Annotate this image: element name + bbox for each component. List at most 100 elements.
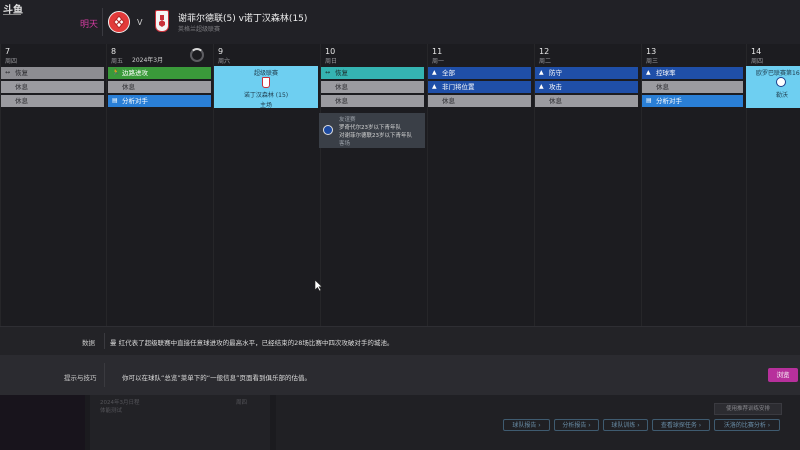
faded-text: 周四 [236, 400, 248, 406]
training-slot-outfield[interactable]: ▲ 非门将位置 [428, 81, 531, 93]
opponent-badge-icon [776, 77, 786, 87]
faded-text: 2024年3月日程 [100, 400, 140, 406]
cone-icon: ▲ [432, 83, 437, 90]
slot-label: 恢复 [335, 69, 348, 77]
month-label: 2024年3月 [132, 57, 164, 64]
match-card[interactable]: 超级联赛 诺丁汉森林 (15) 主场 [214, 66, 318, 109]
slot-label: 休息 [15, 83, 28, 91]
slot-label: 防守 [549, 69, 562, 77]
slot-label: 休息 [549, 97, 562, 105]
training-slot-rest[interactable]: 休息 [321, 95, 424, 107]
loading-spinner-icon [190, 48, 204, 62]
day-name: 周六 [218, 58, 231, 65]
day-number: 7 [5, 47, 11, 56]
match-title[interactable]: 谢菲尔德联(5) v诺丁汉森林(15) [178, 11, 307, 24]
training-slot-defending[interactable]: ▲ 防守 [535, 67, 638, 79]
browse-button[interactable]: 浏览 [768, 368, 798, 382]
match-card[interactable]: 欧罗巴联赛第16轮 勒沃 [746, 66, 800, 108]
versus-label: V [137, 18, 143, 27]
runner-icon: 🏃 [112, 69, 120, 76]
match-opponent: 勒沃 [776, 92, 789, 99]
day-name: 周二 [539, 58, 552, 65]
training-slot-rest[interactable]: 休息 [1, 81, 104, 93]
slot-label: 休息 [15, 97, 28, 105]
event-team: 对谢菲尔德联23岁以下青年队 [339, 133, 412, 139]
cone-icon: ▲ [646, 69, 651, 76]
mouse-cursor-icon [314, 279, 323, 292]
event-opponent: 罗奇代尔23岁以下青年队 [339, 125, 401, 131]
opponent-badge-icon [262, 77, 270, 88]
training-slot-analysis[interactable]: ▤ 分析对手 [642, 95, 743, 107]
analysis-report-button[interactable]: 分析报告 › [554, 419, 599, 431]
faded-text: 体能测试 [100, 408, 123, 414]
day-number: 11 [432, 47, 443, 56]
match-analysis-button[interactable]: 沃洛的比赛分析 › [714, 419, 780, 431]
event-type: 友谊赛 [339, 117, 356, 123]
home-club-badge-icon[interactable] [108, 11, 130, 33]
clipboard-icon: ▤ [112, 97, 118, 104]
day-name: 周五 [111, 58, 124, 65]
training-slot-rest[interactable]: 休息 [108, 81, 211, 93]
team-report-button[interactable]: 球队报告 › [503, 419, 550, 431]
match-venue: 主场 [259, 102, 272, 109]
tips-label: 提示与技巧 [64, 374, 97, 382]
tips-bar: 提示与技巧 你可以在球队“总览”菜单下的“一般信息”页面看到俱乐部的估值。 浏览 [0, 355, 800, 395]
slot-label: 休息 [335, 83, 348, 91]
recovery-arrows-icon: ↔ [325, 69, 331, 76]
info-divider [104, 333, 105, 349]
club-badge-icon [323, 125, 333, 135]
clipboard-icon: ▤ [646, 97, 652, 104]
day-name: 周四 [751, 58, 764, 65]
training-slot-rest[interactable]: 休息 [428, 95, 531, 107]
match-competition: 超级联赛 [253, 70, 278, 77]
slot-label: 分析对手 [656, 97, 682, 105]
match-opponent: 诺丁汉森林 (15) [243, 92, 289, 99]
sidebar-strip [0, 395, 85, 450]
tips-divider [104, 363, 105, 387]
training-slot-rest[interactable]: 休息 [321, 81, 424, 93]
slot-label: 休息 [656, 83, 669, 91]
training-slot-rest[interactable]: 休息 [535, 95, 638, 107]
slot-label: 攻击 [549, 83, 562, 91]
bottom-panel: 2024年3月日程 体能测试 周四 使用推荐训练安排 球队报告 › 分析报告 ›… [0, 395, 800, 450]
day-number: 14 [751, 47, 762, 56]
training-slot-rest[interactable]: 休息 [1, 95, 104, 107]
day-name: 周一 [432, 58, 445, 65]
day-number: 8 [111, 47, 117, 56]
away-club-badge-icon[interactable] [155, 10, 169, 32]
training-slot-wing-attack[interactable]: 🏃 边路进攻 [108, 67, 211, 79]
day-number: 9 [218, 47, 224, 56]
cone-icon: ▲ [539, 69, 544, 76]
day-name: 周四 [5, 58, 18, 65]
training-slot-attacking[interactable]: ▲ 攻击 [535, 81, 638, 93]
friendly-match-card[interactable]: 友谊赛 罗奇代尔23岁以下青年队 对谢菲尔德联23岁以下青年队 客场 [319, 113, 425, 148]
slot-label: 恢复 [15, 69, 28, 77]
tips-text: 你可以在球队“总览”菜单下的“一般信息”页面看到俱乐部的估值。 [122, 374, 311, 382]
slot-label: 休息 [335, 97, 348, 105]
slot-label: 休息 [442, 97, 455, 105]
tomorrow-label[interactable]: 明天 [80, 17, 98, 30]
team-training-button[interactable]: 球队训练 › [603, 419, 648, 431]
data-label: 数据 [82, 339, 95, 347]
slot-label: 全部 [442, 69, 455, 77]
training-slot-all[interactable]: ▲ 全部 [428, 67, 531, 79]
use-recommended-training-button[interactable]: 使用推荐训练安排 [714, 403, 782, 415]
training-slot-recovery[interactable]: ↔ 恢复 [1, 67, 104, 79]
slot-label: 分析对手 [122, 97, 148, 105]
recovery-arrows-icon: ↔ [5, 69, 11, 76]
view-scouting-button[interactable]: 查看球探任务 › [652, 419, 710, 431]
slot-label: 非门将位置 [442, 83, 475, 91]
event-venue: 客场 [339, 141, 351, 147]
training-slot-recovery[interactable]: ↔ 恢复 [321, 67, 424, 79]
day-number: 12 [539, 47, 550, 56]
header-divider [102, 8, 103, 36]
training-slot-analysis[interactable]: ▤ 分析对手 [108, 95, 211, 107]
day-name: 周三 [646, 58, 659, 65]
data-fact-text: 曼 红代表了超级联赛中直接任意球进攻的最高水平，已经结束的28场比赛中四次攻破对… [110, 339, 394, 347]
slot-label: 控球率 [656, 69, 676, 77]
training-slot-rest[interactable]: 休息 [642, 81, 743, 93]
watermark-underline [3, 14, 21, 15]
training-slot-possession[interactable]: ▲ 控球率 [642, 67, 743, 79]
data-fact-bar: 数据 曼 红代表了超级联赛中直接任意球进攻的最高水平，已经结束的28场比赛中四次… [0, 326, 800, 355]
slot-label: 休息 [122, 83, 135, 91]
